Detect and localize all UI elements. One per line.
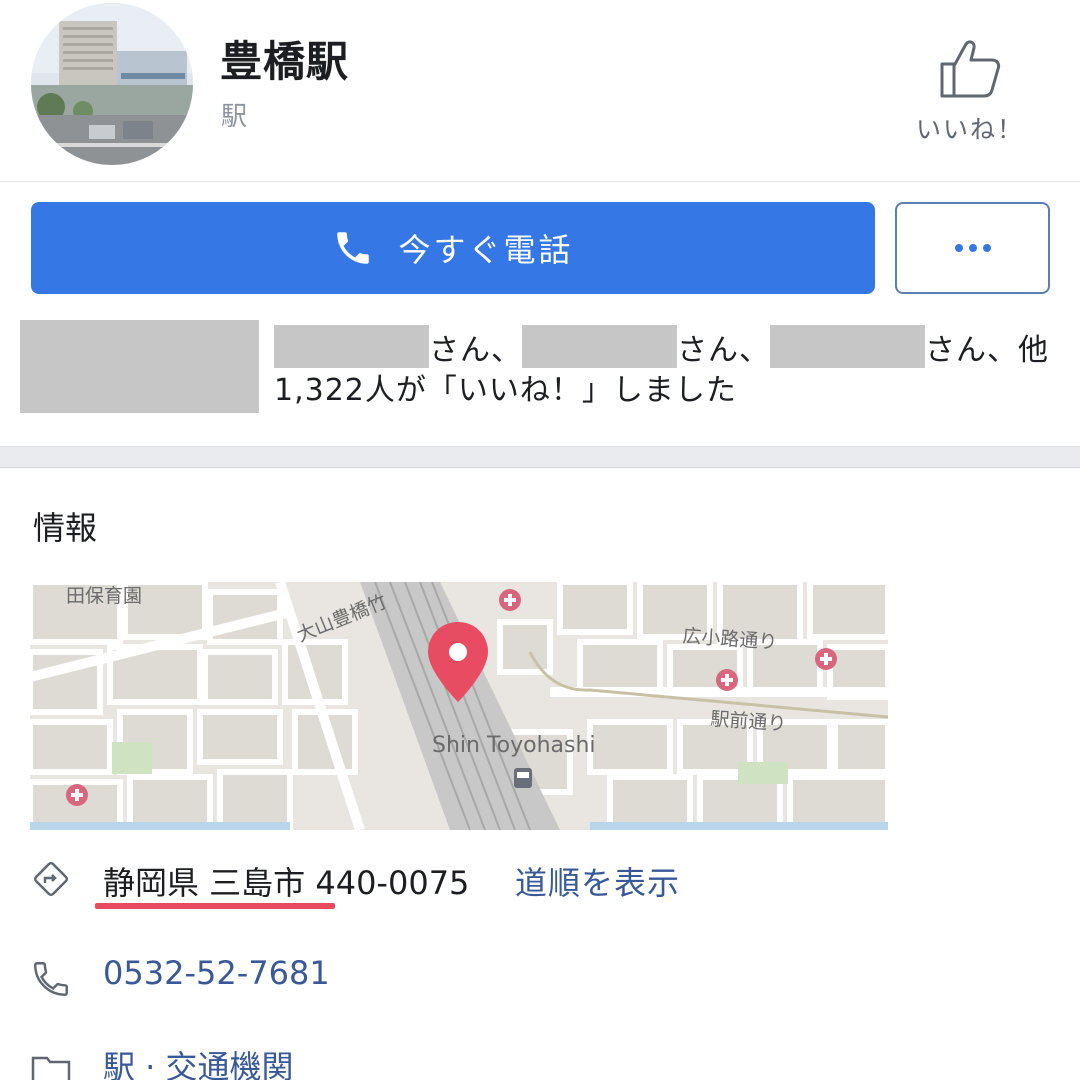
address-highlight-underline (95, 903, 335, 909)
directions-link[interactable]: 道順を表示 (515, 858, 680, 904)
page-title: 豊橋駅 (220, 37, 350, 86)
hospital-icon (716, 669, 738, 691)
phone-row: 0532-52-7681 (0, 948, 1080, 1008)
address-row: 静岡県 三島市 440-0075 道順を表示 (0, 848, 1080, 908)
friends-like-text: さん、 さん、 さん、他1,322人が「いいね！」しました (274, 325, 1054, 411)
phone-icon (337, 232, 370, 264)
thumbs-up-icon (940, 40, 1001, 98)
friends-like-summary: さん、 さん、 さん、他1,322人が「いいね！」しました (20, 320, 1060, 420)
station-photo (31, 3, 193, 165)
friend-suffix-1: さん、 (429, 333, 522, 368)
friend-suffix-2: さん、 (677, 333, 770, 368)
call-now-label: 今すぐ電話 (398, 232, 574, 268)
phone-outline-icon (34, 962, 68, 996)
map-label-nursery: 田保育園 (66, 585, 142, 607)
category-link[interactable]: 駅 · 交通機関 (103, 1042, 294, 1080)
more-options-button[interactable] (895, 202, 1050, 294)
folder-icon (31, 1056, 71, 1080)
train-icon (514, 768, 532, 788)
directions-icon (34, 862, 68, 896)
redacted-friend-name[interactable] (522, 325, 677, 368)
redacted-friend-name[interactable] (274, 325, 429, 368)
page-category: 駅 (221, 102, 248, 132)
map-canvas: 田保育園 大山豊橋竹 広小路通り 駅前通り Shin Toyohashi (30, 582, 888, 830)
map-station-label: Shin Toyohashi (432, 733, 596, 758)
page-avatar[interactable] (31, 3, 193, 165)
like-label: いいね！ (915, 115, 1024, 144)
like-button[interactable]: いいね！ (900, 38, 1040, 158)
info-section-title: 情報 (33, 509, 98, 547)
more-dots-icon (954, 244, 991, 252)
category-row: 駅 · 交通機関 (0, 1036, 1080, 1080)
location-map[interactable]: 田保育園 大山豊橋竹 広小路通り 駅前通り Shin Toyohashi (30, 582, 888, 830)
call-now-button[interactable]: 今すぐ電話 (31, 202, 875, 294)
section-divider (0, 446, 1080, 468)
redacted-friend-name[interactable] (770, 325, 925, 368)
redacted-friend-avatar (20, 320, 259, 413)
page-header: 豊橋駅 駅 いいね！ (0, 0, 1080, 182)
phone-number-link[interactable]: 0532-52-7681 (103, 954, 330, 992)
hospital-icon (66, 784, 88, 806)
address-text: 静岡県 三島市 440-0075 (103, 864, 470, 902)
hospital-icon (499, 589, 521, 611)
hospital-icon (815, 648, 837, 670)
